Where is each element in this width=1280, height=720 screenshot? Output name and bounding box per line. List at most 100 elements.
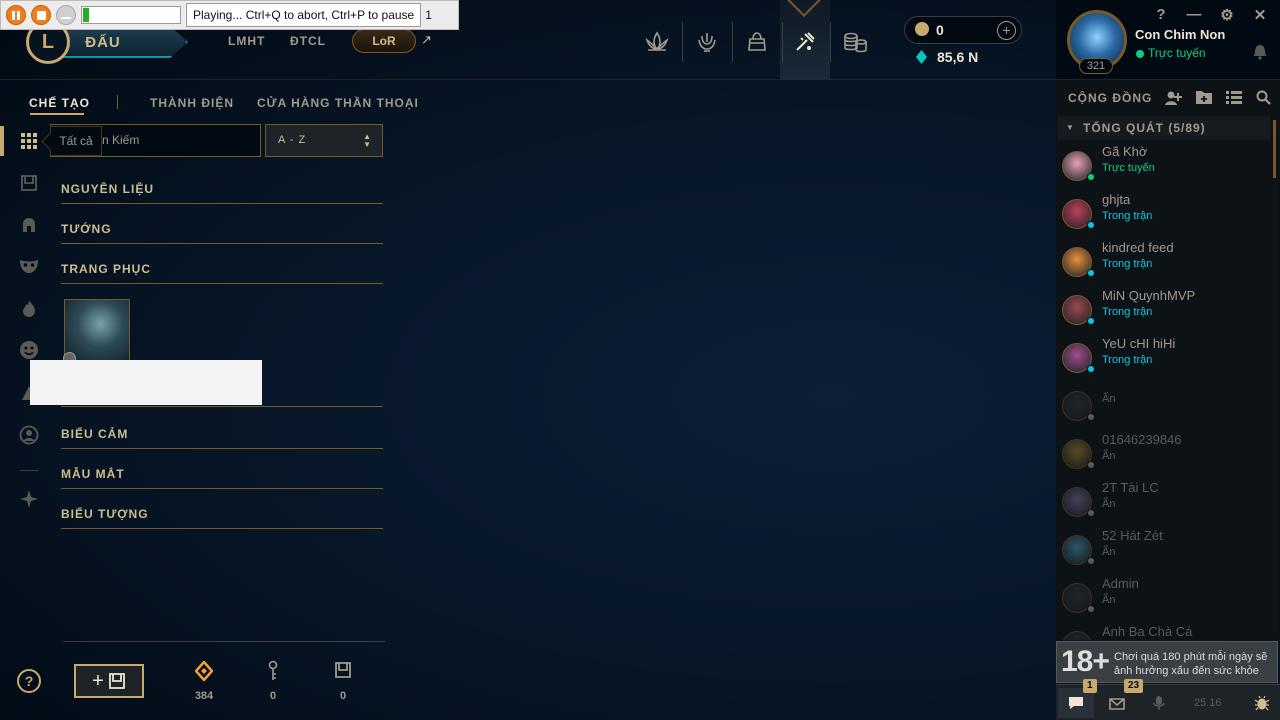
tab-mythic-shop[interactable]: CỬA HÀNG THẦN THOẠI <box>257 96 419 110</box>
filter-profile-icon[interactable] <box>18 424 40 446</box>
filter-chest-icon[interactable] <box>18 172 40 194</box>
friend-status: Trong trận <box>1102 354 1153 366</box>
list-view-icon[interactable] <box>1226 91 1242 109</box>
group-collapse-icon[interactable]: ▼ <box>1066 123 1074 132</box>
search-icon[interactable] <box>1256 90 1271 110</box>
sort-chevrons-icon: ▲ ▼ <box>363 132 372 149</box>
chat-count-badge: 1 <box>1083 679 1097 693</box>
recorder-status-text: Playing... Ctrl+Q to abort, Ctrl+P to pa… <box>186 3 422 27</box>
level-badge: 321 <box>1079 58 1113 74</box>
friend-status-dot <box>1087 605 1095 613</box>
friend-row[interactable]: 01646239846 Ẩn <box>1058 432 1270 480</box>
add-friend-icon[interactable] <box>1165 90 1183 111</box>
chest-count-value: 0 <box>339 690 347 702</box>
settings-gear-icon[interactable]: ⚙ <box>1219 6 1235 24</box>
stop-button[interactable] <box>31 5 51 25</box>
mail-icon <box>1109 698 1125 710</box>
friend-row[interactable]: Ẩn <box>1058 384 1270 432</box>
category-skins[interactable]: TRANG PHỤC <box>61 262 383 284</box>
friend-avatar <box>1062 631 1092 640</box>
friend-row[interactable]: Admin Ẩn <box>1058 576 1270 624</box>
friend-status: Ẩn <box>1102 450 1116 462</box>
category-ward-skins[interactable]: MẪU MẮT <box>61 467 383 489</box>
collection-bag-icon[interactable] <box>737 22 777 62</box>
eject-button[interactable] <box>56 5 76 25</box>
friend-list-scroll-thumb[interactable] <box>1273 120 1276 178</box>
friend-status: Trong trận <box>1102 258 1153 270</box>
friend-row[interactable]: ghjta Trong trận <box>1058 192 1270 240</box>
active-tab-underline <box>30 113 84 115</box>
riot-points-value: 0 <box>936 22 944 38</box>
blue-essence-value: 85,6 N <box>937 49 979 65</box>
filter-all-grid-icon[interactable] <box>18 130 40 152</box>
friend-name: MiN QuynhMVP <box>1102 288 1196 303</box>
friend-name: Admin <box>1102 576 1139 591</box>
friend-status: Ẩn <box>1102 546 1116 558</box>
riot-points-icon <box>915 22 929 36</box>
friend-row[interactable]: Gã Khờ Trực tuyến <box>1058 144 1270 192</box>
voice-button[interactable] <box>1141 688 1177 718</box>
friend-status-dot <box>1087 557 1095 565</box>
online-status-dot <box>1136 50 1144 58</box>
friend-row[interactable]: MiN QuynhMVP Trong trận <box>1058 288 1270 336</box>
close-icon[interactable]: ✕ <box>1252 6 1268 24</box>
category-materials[interactable]: NGUYÊN LIỆU <box>61 182 383 204</box>
eject-icon <box>61 11 71 19</box>
friend-list-scrollbar[interactable] <box>1273 116 1276 636</box>
category-champions[interactable]: TƯỚNG <box>61 222 383 244</box>
friend-status: Trong trận <box>1102 306 1153 318</box>
add-chest-button[interactable]: + <box>74 664 144 698</box>
help-icon[interactable]: ? <box>1153 6 1169 23</box>
friend-name: 52 Hát Zét <box>1102 528 1163 543</box>
category-emotes[interactable]: BIỂU CẢM <box>61 427 383 449</box>
sidebar-separator <box>20 470 38 471</box>
skin-shard-item[interactable] <box>64 299 130 361</box>
home-lotus-icon[interactable] <box>637 22 677 62</box>
tab-crafting[interactable]: CHẾ TẠO <box>29 96 90 110</box>
pause-button[interactable] <box>6 5 26 25</box>
friend-row[interactable]: Anh Ba Chà Cá <box>1058 624 1270 640</box>
minimize-icon[interactable]: — <box>1186 6 1202 23</box>
friend-name: 01646239846 <box>1102 432 1182 447</box>
tab-sanctum[interactable]: THÀNH ĐIỆN <box>150 96 234 110</box>
profile-name[interactable]: Con Chim Non <box>1135 27 1225 42</box>
age-rating-badge: 18+ <box>1061 645 1110 678</box>
external-link-icon[interactable]: ↗ <box>421 32 432 48</box>
store-coins-icon[interactable] <box>835 22 875 62</box>
nav-separator <box>682 22 683 62</box>
friend-row[interactable]: YeU cHI hiHi Trong trận <box>1058 336 1270 384</box>
filter-ward-flame-icon[interactable] <box>18 298 40 320</box>
friend-status-dot <box>1087 413 1095 421</box>
sort-value: A - Z <box>278 134 307 146</box>
friend-row[interactable]: 52 Hát Zét Ẩn <box>1058 528 1270 576</box>
bottom-divider <box>63 641 385 642</box>
sort-select[interactable]: A - Z ▲ ▼ <box>265 124 383 157</box>
notification-bell-icon[interactable] <box>1253 44 1267 65</box>
profile-status[interactable]: Trực tuyến <box>1148 46 1206 60</box>
buy-rp-button[interactable]: + <box>997 21 1016 40</box>
orange-essence-value: 384 <box>194 690 214 702</box>
nav-link-lmht[interactable]: LMHT <box>228 34 265 48</box>
category-icons[interactable]: BIỂU TƯỢNG <box>61 507 383 529</box>
social-title: CỘNG ĐỒNG <box>1068 91 1153 105</box>
nav-link-dtcl[interactable]: ĐTCL <box>290 34 326 48</box>
lor-label: LoR <box>372 34 396 48</box>
filter-tft-icon[interactable] <box>18 488 40 510</box>
friend-row[interactable]: 2T Tài LC Ẩn <box>1058 480 1270 528</box>
active-filter-indicator <box>0 126 4 156</box>
loot-crafting-icon[interactable] <box>785 22 825 62</box>
stop-icon <box>36 10 46 20</box>
friend-row[interactable]: kindred feed Trong trận <box>1058 240 1270 288</box>
filter-emote-face-icon[interactable] <box>18 339 40 361</box>
lor-button[interactable]: LoR <box>352 29 416 53</box>
filter-skin-mask-icon[interactable] <box>18 255 40 277</box>
friend-status: Trực tuyến <box>1102 162 1155 174</box>
nav-separator <box>782 22 783 62</box>
tft-pass-icon[interactable] <box>687 22 727 62</box>
filter-champion-helmet-icon[interactable] <box>18 214 40 236</box>
friend-status-dot <box>1087 509 1095 517</box>
add-folder-icon[interactable] <box>1196 90 1212 109</box>
nav-separator <box>830 22 831 62</box>
help-button[interactable]: ? <box>17 669 41 693</box>
bug-report-button[interactable] <box>1244 688 1280 718</box>
